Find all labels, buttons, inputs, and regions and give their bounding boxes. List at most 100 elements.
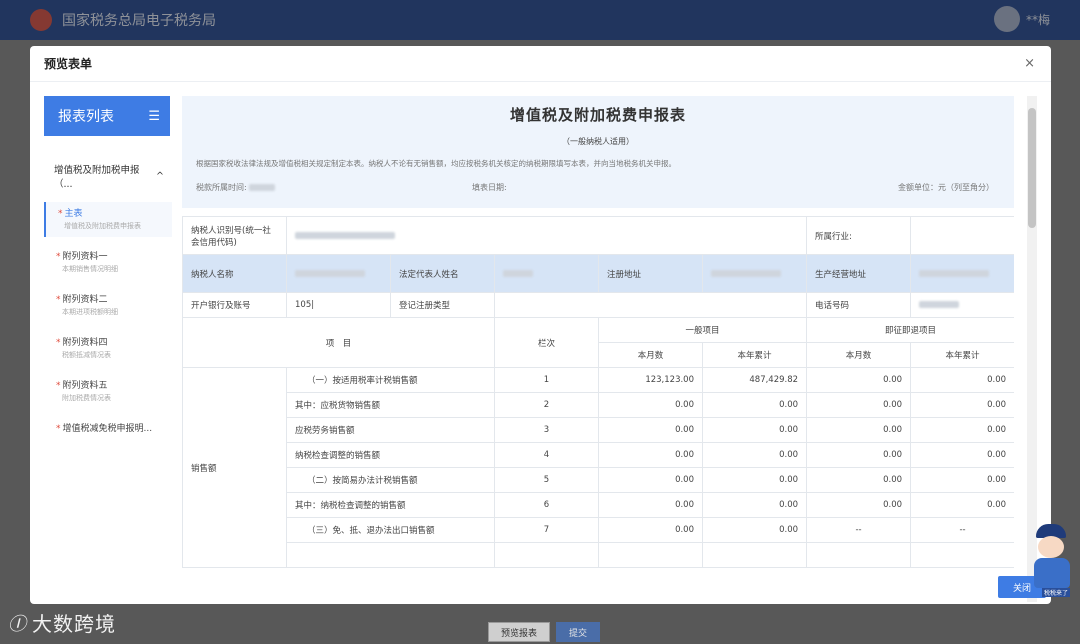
table-row: 纳税人识别号(统一社会信用代码) 所属行业: (182, 216, 1014, 255)
watermark: Ⓘ 大数跨境 (8, 608, 116, 637)
sidebar-item-label: 附列资料五 (62, 381, 108, 391)
row-general-year: 0.00 (701, 492, 808, 518)
sidebar-item-appendix-2[interactable]: * 附列资料二 本期进项税额明细 (44, 288, 172, 323)
modal-header: 预览表单 × (30, 46, 1051, 82)
row-refund-year: 0.00 (910, 392, 1014, 418)
chevron-up-icon[interactable]: ^ (156, 171, 164, 182)
row-general-month: 0.00 (598, 417, 703, 443)
sidebar-item-appendix-4[interactable]: * 附列资料四 税额抵减情况表 (44, 331, 172, 366)
sidebar-item-sub: 增值税及附加税费申报表 (64, 222, 141, 230)
row-item: 其中：应税货物销售额 (286, 392, 495, 418)
sidebar-item-appendix-1[interactable]: * 附列资料一 本期销售情况明细 (44, 245, 172, 280)
row-no: 2 (494, 392, 599, 418)
taxid-value (285, 216, 808, 255)
row-item: 纳税检查调整的销售额 (286, 442, 495, 468)
biz-address-value (910, 254, 1014, 293)
refund-month-header: 本月数 (806, 342, 912, 368)
table-row: （三）免、抵、退办法出口销售额 7 0.00 0.00 -- -- (183, 517, 1014, 543)
row-general-year: 0.00 (701, 392, 808, 418)
report-list-sidebar: 报表列表 ☰ 增值税及附加税申报（... ^ * 主表 增值税及附加税费申报表 *… (44, 96, 172, 596)
row-refund-year: 0.00 (910, 442, 1014, 468)
row-refund-month: 0.00 (806, 442, 912, 468)
form-subtitle: （一般纳税人适用） (562, 137, 634, 146)
taxpayer-name-label: 纳税人名称 (182, 254, 287, 293)
reg-type-value (493, 292, 808, 318)
sidebar-item-sub: 附加税费情况表 (62, 394, 111, 402)
row-general-month: 123,123.00 (598, 367, 703, 393)
row-no: 4 (494, 442, 599, 468)
sidebar-item-main[interactable]: * 主表 增值税及附加税费申报表 (44, 202, 172, 237)
table-row: 纳税检查调整的销售额 4 0.00 0.00 0.00 0.00 (183, 442, 1014, 468)
row-general-year: 0.00 (701, 417, 808, 443)
mascot-tag: 税税来了 (1042, 588, 1071, 597)
declaration-table: 纳税人识别号(统一社会信用代码) 所属行业: 纳税人名称 法定代表人姓名 注册地… (182, 216, 1014, 568)
row-general-month: 0.00 (598, 467, 703, 493)
taxid-label: 纳税人识别号(统一社会信用代码) (182, 216, 287, 255)
sales-category: 销售额 (182, 367, 287, 568)
bank-label: 开户银行及账号 (182, 292, 287, 318)
row-refund-month: 0.00 (806, 467, 912, 493)
table-row: 其中：纳税检查调整的销售额 6 0.00 0.00 0.00 0.00 (183, 492, 1014, 518)
biz-address-label: 生产经营地址 (806, 254, 912, 293)
sidebar-item-sub: 本期进项税额明细 (62, 308, 118, 316)
refund-header: 即征即退项目 (806, 317, 1014, 343)
sidebar-item-appendix-5[interactable]: * 附列资料五 附加税费情况表 (44, 374, 172, 409)
row-refund-year: -- (910, 517, 1014, 543)
phone-label: 电话号码 (806, 292, 912, 318)
row-general-month: 0.00 (598, 392, 703, 418)
sidebar-group-vat[interactable]: 增值税及附加税申报（... ^ (44, 162, 172, 190)
row-refund-month: -- (806, 517, 912, 543)
item-header: 项 目 (182, 317, 495, 368)
sidebar-item-sub: 税额抵减情况表 (62, 351, 111, 359)
row-general-year: 487,429.82 (701, 367, 808, 393)
row-general-year: 0.00 (701, 467, 808, 493)
table-row (183, 542, 1014, 568)
legal-rep-label: 法定代表人姓名 (390, 254, 495, 293)
refund-year-header: 本年累计 (910, 342, 1014, 368)
reg-type-label: 登记注册类型 (390, 292, 495, 318)
menu-icon[interactable]: ☰ (148, 109, 160, 124)
amount-unit: 金额单位：元（列至角分） (898, 183, 994, 192)
row-general-month: 0.00 (598, 492, 703, 518)
sidebar-item-label: 附列资料二 (62, 295, 108, 305)
row-no: 1 (494, 367, 599, 393)
table-row: 应税劳务销售额 3 0.00 0.00 0.00 0.00 (183, 417, 1014, 443)
table-row: 其中：应税货物销售额 2 0.00 0.00 0.00 0.00 (183, 392, 1014, 418)
assistant-mascot-icon[interactable]: 税税来了 (1030, 524, 1074, 598)
form-header: 增值税及附加税费申报表 （一般纳税人适用） 根据国家税收法律法规及增值税相关规定… (182, 96, 1014, 208)
row-refund-year: 0.00 (910, 417, 1014, 443)
tax-period: 税款所属时间: (196, 182, 276, 193)
report-list-header: 报表列表 ☰ (44, 96, 170, 136)
row-item: 其中：纳税检查调整的销售额 (286, 492, 495, 518)
report-list-title: 报表列表 (58, 109, 114, 125)
bank-value: 105| (286, 292, 391, 318)
row-item: 应税劳务销售额 (286, 417, 495, 443)
preview-report-button[interactable]: 预览报表 (488, 622, 551, 642)
row-no: 5 (494, 467, 599, 493)
industry-label: 所属行业: (806, 216, 912, 255)
row-refund-year: 0.00 (910, 467, 1014, 493)
general-year-header: 本年累计 (701, 342, 808, 368)
sidebar-item-label: 附列资料一 (62, 252, 108, 262)
table-header-row: 项 目 栏次 一般项目 即征即退项目 (182, 317, 1014, 368)
row-item: （二）按简易办法计税销售额 (286, 467, 495, 493)
row-general-year: 0.00 (701, 517, 808, 543)
sidebar-group-label: 增值税及附加税申报（... (54, 165, 140, 190)
watermark-logo-icon: Ⓘ (8, 613, 26, 635)
legal-rep-value (494, 254, 599, 293)
row-refund-month: 0.00 (806, 392, 912, 418)
sidebar-item-sub: 本期销售情况明细 (62, 265, 118, 273)
row-refund-year: 0.00 (910, 367, 1014, 393)
row-general-month: 0.00 (598, 442, 703, 468)
table-row: （二）按简易办法计税销售额 5 0.00 0.00 0.00 0.00 (183, 467, 1014, 493)
industry-value (910, 216, 1014, 255)
scrollbar-thumb[interactable] (1028, 108, 1036, 228)
table-row: 销售额 （一）按适用税率计税销售额 1 123,123.00 487,429.8… (182, 367, 1014, 568)
close-icon[interactable]: × (1024, 56, 1035, 71)
taxpayer-name-value (286, 254, 391, 293)
sidebar-item-vat-reduction[interactable]: * 增值税减免税申报明... (44, 417, 172, 440)
phone-value (910, 292, 1014, 318)
form-preview: 增值税及附加税费申报表 （一般纳税人适用） 根据国家税收法律法规及增值税相关规定… (182, 96, 1014, 602)
submit-button[interactable]: 提交 (556, 622, 601, 642)
watermark-text: 大数跨境 (32, 612, 116, 636)
